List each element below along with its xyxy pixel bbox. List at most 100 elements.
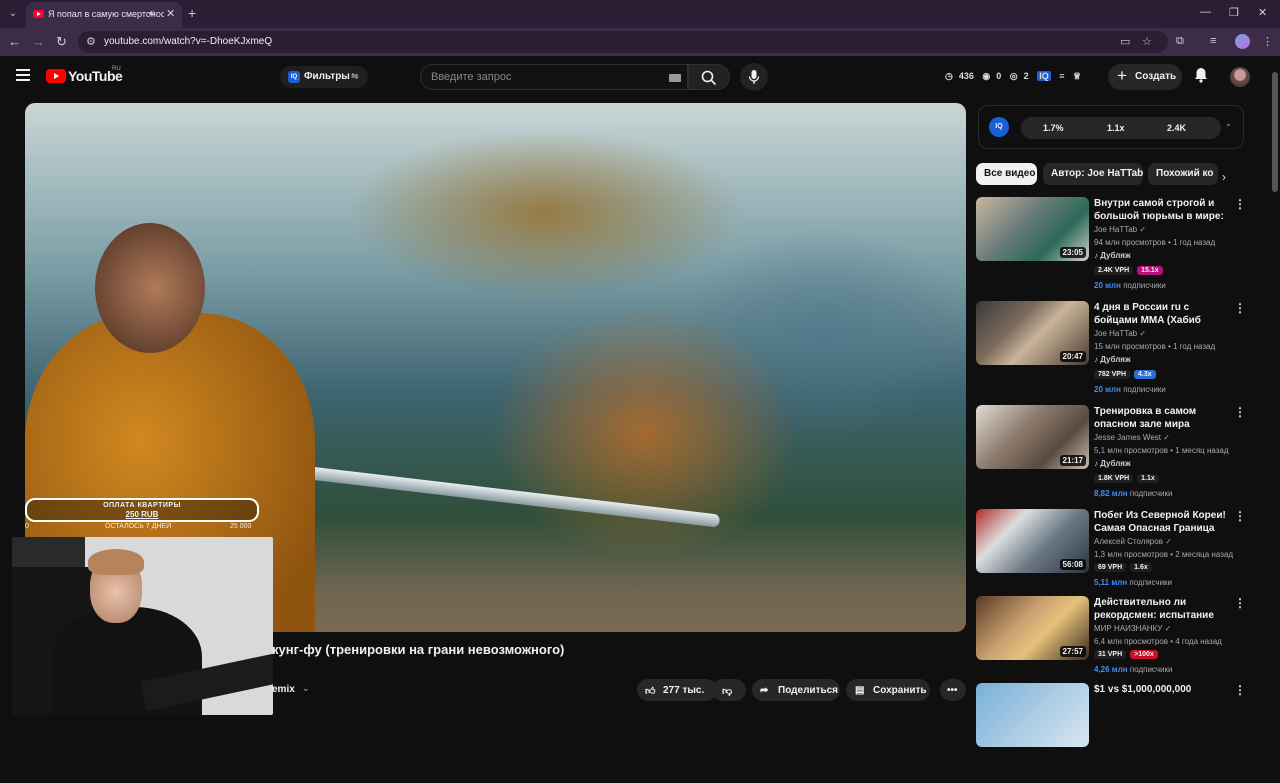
search-input[interactable]: Введите запрос <box>420 64 688 90</box>
recommendation-item[interactable]: $1 vs $1,000,000,000 ⋮ <box>976 683 1246 783</box>
recommendation-item[interactable]: 56:08 Побег Из Северной Кореи! Самая Опас… <box>976 509 1246 609</box>
window-close-icon[interactable]: ✕ <box>1258 6 1267 19</box>
more-vertical-icon[interactable]: ⋮ <box>1234 596 1246 610</box>
more-vertical-icon[interactable]: ⋮ <box>1234 197 1246 211</box>
more-vertical-icon[interactable]: ⋮ <box>1234 301 1246 315</box>
iq-stats-bar: IQ 1.7% 1.1x 2.4K ⌄ <box>978 105 1244 149</box>
recommendation-title[interactable]: $1 vs $1,000,000,000 <box>1094 683 1230 696</box>
subscribers-count: 20 млн подписчики <box>1094 281 1166 290</box>
list-icon[interactable]: ≡ <box>1059 71 1064 81</box>
more-vertical-icon[interactable]: ⋮ <box>1234 683 1246 697</box>
page-scrollbar[interactable] <box>1272 64 1278 694</box>
iq-value-2: 1.1x <box>1107 123 1125 133</box>
more-vertical-icon[interactable]: ⋮ <box>1234 509 1246 523</box>
recommendation-meta: 6,4 млн просмотров • 4 года назад <box>1094 637 1222 646</box>
tab-close-icon[interactable]: ✕ <box>166 7 175 20</box>
audio-playing-icon[interactable]: 🔊︎ <box>149 8 155 19</box>
video-thumbnail[interactable]: 27:57 <box>976 596 1089 660</box>
extension-stats: ◷ 436 ◉ 0 ◎ 2 IQ ≡ ♕ <box>945 71 1087 82</box>
chip-similar[interactable]: Похожий ко <box>1148 163 1218 185</box>
webcam-hair <box>88 549 144 575</box>
duration-badge: 56:08 <box>1059 559 1086 570</box>
iq-value-1: 1.7% <box>1043 123 1064 133</box>
channel-name[interactable]: emix <box>272 684 295 695</box>
filters-button[interactable]: IQ Фильтры ⇋ <box>280 66 368 88</box>
more-actions-button[interactable]: ••• <box>940 679 966 701</box>
thumb-down-icon: 👎︎ <box>722 686 733 697</box>
notifications-button[interactable] <box>1194 67 1208 88</box>
recommendation-title[interactable]: 4 дня в России ru с бойцами MMA (Хабиб Н… <box>1094 301 1230 327</box>
create-button[interactable]: + Создать <box>1108 64 1182 90</box>
more-horizontal-icon: ••• <box>947 685 958 696</box>
stat-other: 2 <box>1023 71 1029 81</box>
verified-icon: ✓ <box>1164 624 1172 633</box>
recommendation-meta: 94 млн просмотров • 1 год назад <box>1094 238 1216 247</box>
recommendation-channel[interactable]: Joe HaTTab ✓ <box>1094 329 1146 338</box>
reading-list-icon[interactable]: ≡ <box>1210 35 1216 47</box>
duration-badge: 23:05 <box>1059 247 1086 258</box>
recommendation-channel[interactable]: Joe HaTTab ✓ <box>1094 225 1146 234</box>
recommendation-channel[interactable]: Jesse James West ✓ <box>1094 433 1170 442</box>
like-button[interactable]: 👍︎ 277 тыс. <box>637 679 717 701</box>
reload-icon[interactable]: ↻ <box>56 34 67 50</box>
video-thumbnail[interactable]: 20:47 <box>976 301 1089 365</box>
iq-expand-chevron-icon[interactable]: ⌄ <box>1225 119 1232 128</box>
cast-icon[interactable]: ▭ <box>1120 35 1130 48</box>
search-button[interactable] <box>688 64 730 90</box>
dub-icon: ♪︎ <box>1094 251 1098 260</box>
vph-badge: 31 VPH <box>1094 650 1127 659</box>
extensions-icon[interactable]: ⧉ <box>1176 35 1184 48</box>
recommendation-title[interactable]: Тренировка в самом опасном зале мира (Di… <box>1094 405 1230 431</box>
new-tab-icon[interactable]: + <box>188 5 196 21</box>
video-thumbnail[interactable]: 56:08 <box>976 509 1089 573</box>
chip-all-videos[interactable]: Все видео <box>976 163 1037 185</box>
address-bar[interactable]: ⚙︎ youtube.com/watch?v=-DhoeKJxmeQ <box>78 31 1168 53</box>
recommendation-title[interactable]: Внутри самой строгой и большой тюрьмы в … <box>1094 197 1230 223</box>
chevron-right-icon[interactable]: › <box>1222 170 1226 184</box>
save-button[interactable]: ▤ Сохранить <box>846 679 930 701</box>
bookmark-star-icon[interactable]: ☆ <box>1142 35 1152 48</box>
recommendation-channel[interactable]: Алексей Столяров ✓ <box>1094 537 1172 546</box>
minimize-icon[interactable]: — <box>1200 6 1211 18</box>
verified-icon: ✓ <box>1163 433 1170 442</box>
voice-search-button[interactable] <box>740 63 768 91</box>
chevron-down-icon[interactable]: ⌄ <box>302 683 310 694</box>
share-button[interactable]: ➦ Поделиться <box>752 679 840 701</box>
video-thumbnail[interactable]: 21:17 <box>976 405 1089 469</box>
recommendation-item[interactable]: 20:47 4 дня в России ru с бойцами MMA (Ха… <box>976 301 1246 401</box>
recommendation-item[interactable]: 23:05 Внутри самой строгой и большой тюрь… <box>976 197 1246 297</box>
recommendation-channel[interactable]: МИР НАИЗНАНКУ ✓ <box>1094 624 1171 633</box>
chip-author[interactable]: Автор: Joe HaTTab <box>1043 163 1143 185</box>
menu-icon[interactable] <box>16 69 30 81</box>
back-icon[interactable]: ← <box>8 34 21 49</box>
multiplier-badge: 4.3x <box>1134 370 1156 379</box>
browser-tab[interactable]: Я попал в самую смертоносную 🔊︎ ✕ <box>26 2 182 28</box>
recommendation-item[interactable]: 27:57 Действительно ли рекордсмен: испыта… <box>976 596 1246 696</box>
restore-icon[interactable]: ❐ <box>1229 6 1239 19</box>
trophy-icon[interactable]: ♕ <box>1073 71 1081 81</box>
scrollbar-thumb[interactable] <box>1272 72 1278 192</box>
video-thumbnail[interactable] <box>976 683 1089 747</box>
recommendation-title[interactable]: Побег Из Северной Кореи! Самая Опасная Г… <box>1094 509 1230 535</box>
browser-menu-icon[interactable]: ⋮ <box>1262 35 1273 48</box>
forward-icon[interactable]: → <box>32 34 45 49</box>
dislike-button[interactable]: 👎︎ <box>712 679 746 701</box>
tab-search-chevron-icon[interactable]: ⌄ <box>4 5 22 23</box>
recommendation-title[interactable]: Действительно ли рекордсмен: испытание д… <box>1094 596 1230 622</box>
keyboard-icon[interactable] <box>669 74 681 82</box>
recommendation-item[interactable]: 21:17 Тренировка в самом опасном зале мир… <box>976 405 1246 505</box>
iq-badge-icon[interactable]: IQ <box>989 117 1009 137</box>
tab-title: Я попал в самую смертоносную <box>48 9 164 19</box>
multiplier-badge: 1.6x <box>1130 563 1152 572</box>
iq-small-icon[interactable]: IQ <box>1037 71 1051 81</box>
account-avatar[interactable] <box>1230 67 1250 87</box>
stat-views: 0 <box>996 71 1002 81</box>
vph-badges: 2.4K VPH 15.1x <box>1094 266 1167 275</box>
video-thumbnail[interactable]: 23:05 <box>976 197 1089 261</box>
more-vertical-icon[interactable]: ⋮ <box>1234 405 1246 419</box>
profile-avatar-icon[interactable] <box>1235 34 1250 49</box>
vph-badge: 782 VPH <box>1094 370 1131 379</box>
vph-badge: 69 VPH <box>1094 563 1127 572</box>
recommendation-meta: 15 млн просмотров • 1 год назад <box>1094 342 1216 351</box>
site-info-icon[interactable]: ⚙︎ <box>86 35 96 48</box>
